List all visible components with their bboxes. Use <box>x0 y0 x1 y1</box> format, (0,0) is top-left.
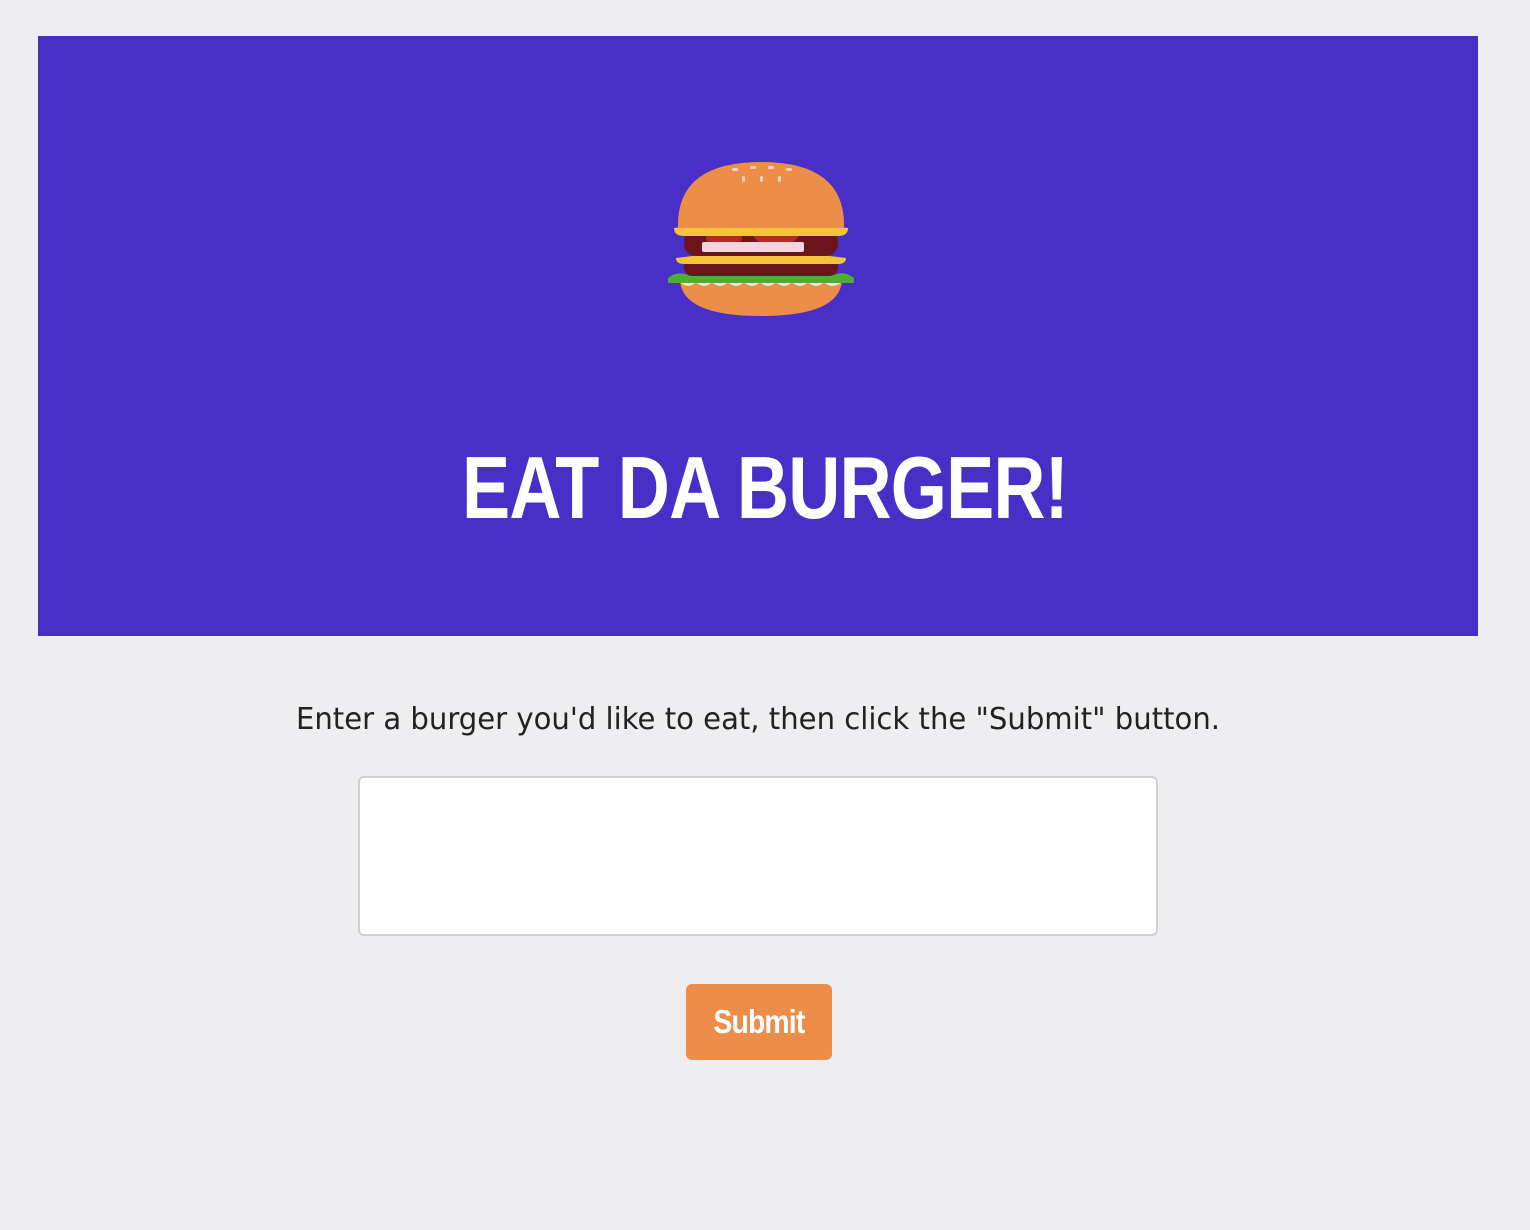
hero-banner <box>38 36 1478 636</box>
instructions-text: Enter a burger you'd like to eat, then c… <box>295 702 1221 737</box>
burger-icon <box>666 158 856 320</box>
submit-button[interactable]: Submit <box>686 984 832 1060</box>
burger-name-input[interactable] <box>358 776 1158 936</box>
submit-button-label: Submit <box>713 1003 805 1040</box>
page-title: EAT DA BURGER! <box>462 438 1069 537</box>
